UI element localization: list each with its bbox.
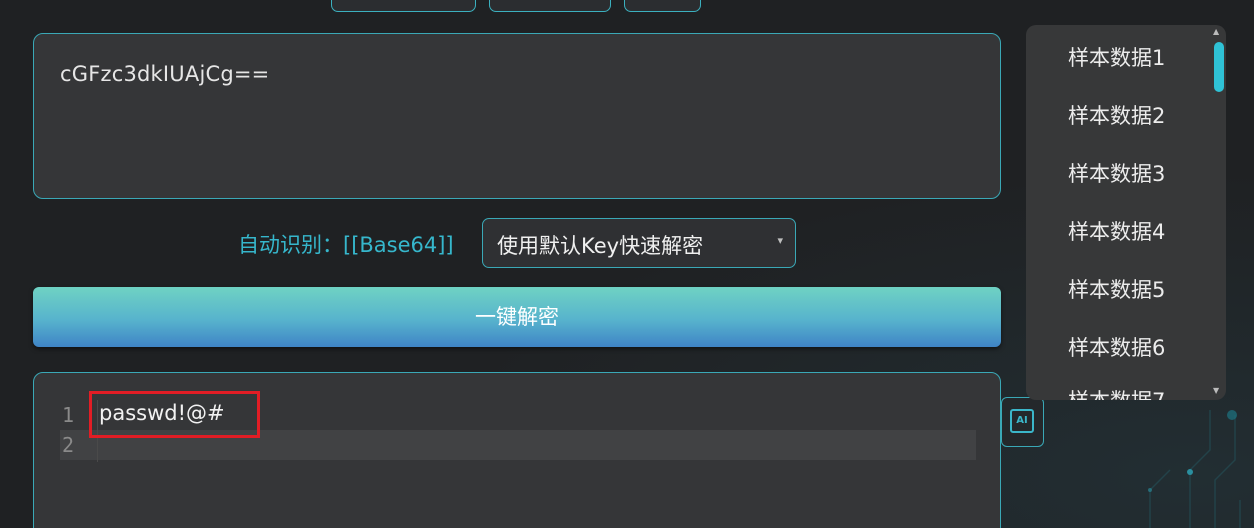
ai-assistant-button[interactable]: AI xyxy=(1001,397,1044,447)
sample-item-5[interactable]: 样本数据5 xyxy=(1068,274,1165,304)
sample-item-1[interactable]: 样本数据1 xyxy=(1068,42,1165,72)
auto-detect-label: 自动识别：[[Base64]] xyxy=(238,233,454,257)
line-number-1: 1 xyxy=(62,403,75,427)
ai-chip-icon: AI xyxy=(1010,409,1034,433)
sample-item-3[interactable]: 样本数据3 xyxy=(1068,158,1165,188)
decrypt-mode-select[interactable]: 使用默认Key快速解密 ▾ xyxy=(482,218,796,268)
result-highlight-box xyxy=(89,391,260,438)
circuit-decoration xyxy=(1148,410,1241,528)
sample-item-2[interactable]: 样本数据2 xyxy=(1068,100,1165,130)
scroll-down-arrow-icon[interactable]: ▼ xyxy=(1213,386,1219,395)
scrollbar-thumb[interactable] xyxy=(1214,42,1224,92)
top-button-3[interactable] xyxy=(624,0,701,12)
input-text: cGFzc3dkIUAjCg== xyxy=(60,62,270,86)
scroll-up-arrow-icon[interactable]: ▲ xyxy=(1213,27,1219,36)
sample-data-list[interactable]: 样本数据1 样本数据2 样本数据3 样本数据4 样本数据5 样本数据6 样本数据… xyxy=(1026,25,1226,400)
sample-item-7[interactable]: 样本数据7 xyxy=(1068,385,1165,400)
chevron-down-icon: ▾ xyxy=(777,234,783,247)
one-click-decrypt-button[interactable]: 一键解密 xyxy=(33,287,1001,347)
app-window: cGFzc3dkIUAjCg== 自动识别：[[Base64]] 使用默认Key… xyxy=(0,0,1254,528)
top-button-2[interactable] xyxy=(489,0,611,12)
top-button-1[interactable] xyxy=(331,0,476,12)
line-number-2: 2 xyxy=(62,433,75,457)
sample-item-6[interactable]: 样本数据6 xyxy=(1068,332,1165,362)
decrypt-mode-value: 使用默认Key快速解密 xyxy=(497,234,704,258)
sample-item-4[interactable]: 样本数据4 xyxy=(1068,216,1165,246)
input-textarea[interactable]: cGFzc3dkIUAjCg== xyxy=(33,33,1001,199)
